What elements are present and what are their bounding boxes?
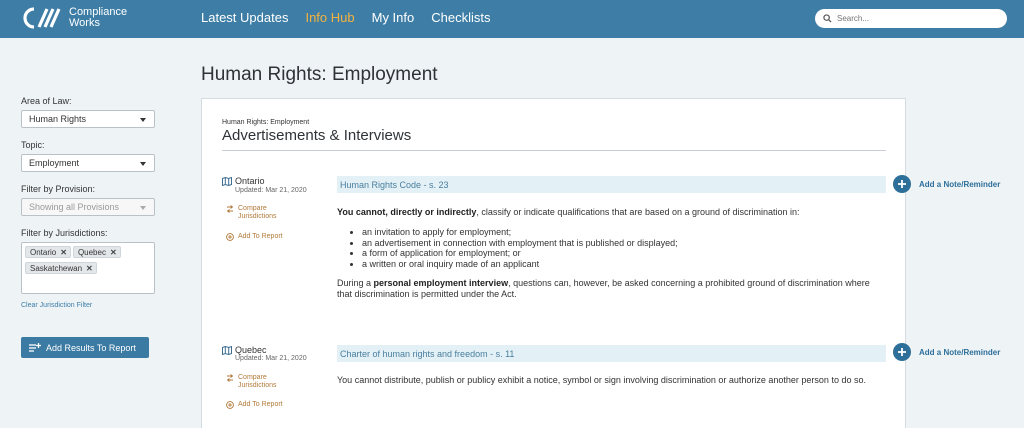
logo-line-2: Works [69,17,100,29]
add-note-button[interactable]: Add a Note/Reminder [893,343,1000,361]
compare-label-1: Compare [238,374,267,381]
nav-my-info[interactable]: My Info [372,10,415,25]
provision-bar[interactable]: Charter of human rights and freedom - s.… [337,345,886,362]
updated-date: Updated: Mar 21, 2020 [235,187,307,194]
provision-select[interactable]: Showing all Provisions [21,198,155,216]
provision-title: Charter of human rights and freedom - s.… [340,348,515,359]
outro-pre: During a [337,278,374,288]
add-note-label: Add a Note/Reminder [919,179,1001,189]
area-of-law-label: Area of Law: [21,96,72,106]
jurisdiction-chip-saskatchewan: Saskatchewan ✕ [25,262,97,274]
remove-icon[interactable]: ✕ [86,264,93,273]
chevron-down-icon [140,162,146,166]
jurisdiction-name: Quebec [235,345,267,355]
compare-jurisdictions-link[interactable]: Compare Jurisdictions [226,374,277,390]
compare-icon [226,205,234,213]
nav-info-hub[interactable]: Info Hub [305,10,354,25]
remove-icon[interactable]: ✕ [110,248,117,257]
provision-text: You cannot distribute, publish or public… [337,375,877,386]
add-to-report-label: Add To Report [238,401,283,408]
add-note-label: Add a Note/Reminder [919,347,1001,357]
outro-bold: personal employment interview [373,278,509,288]
topic-value: Employment [29,158,80,168]
add-to-report-link[interactable]: Add To Report [226,233,283,241]
area-of-law-select[interactable]: Human Rights [21,110,155,128]
filter-sidebar: Area of Law: Human Rights Topic: Employm… [21,96,155,312]
provision-bar[interactable]: Human Rights Code - s. 23 [337,176,886,193]
jurisdiction-quebec: Quebec [222,345,267,355]
search-icon [823,14,832,23]
list-item: a written or oral inquiry made of an app… [362,259,877,270]
jurisdictions-multiselect[interactable]: Ontario ✕ Quebec ✕ Saskatchewan ✕ [21,242,155,294]
compare-label-2: Jurisdictions [238,213,277,220]
map-icon [222,176,232,186]
main-nav: Latest Updates Info Hub My Info Checklis… [201,10,507,25]
logo-mark-icon [23,7,61,29]
nav-checklists[interactable]: Checklists [431,10,490,25]
provision-value: Showing all Provisions [29,202,120,212]
jurisdictions-label: Filter by Jurisdictions: [21,228,108,238]
chip-label: Quebec [77,247,106,257]
add-to-report-label: Add To Report [238,233,283,240]
plus-circle-icon [226,401,234,409]
add-to-report-link[interactable]: Add To Report [226,401,283,409]
logo[interactable]: Compliance Works [23,6,127,30]
plus-icon [893,175,911,193]
compare-label-1: Compare [238,205,267,212]
divider [222,150,886,151]
chip-label: Saskatchewan [30,263,83,273]
chevron-down-icon [140,118,146,122]
map-icon [222,345,232,355]
compare-icon [226,374,234,382]
provision-intro: You cannot, directly or indirectly, clas… [337,207,877,218]
clear-jurisdiction-filter-link[interactable]: Clear Jurisdiction Filter [21,302,92,309]
topic-label: Topic: [21,140,45,150]
area-of-law-value: Human Rights [29,114,87,124]
search-box[interactable] [815,9,1007,28]
intro-bold: You cannot, directly or indirectly [337,207,477,217]
add-results-label: Add Results To Report [46,342,136,353]
chevron-down-icon [140,206,146,210]
provision-body: You cannot distribute, publish or public… [337,375,866,385]
compare-jurisdictions-link[interactable]: Compare Jurisdictions [226,205,277,221]
section-title: Advertisements & Interviews [222,127,412,144]
remove-icon[interactable]: ✕ [60,248,67,257]
provision-label: Filter by Provision: [21,184,96,194]
add-note-button[interactable]: Add a Note/Reminder [893,175,1000,193]
compare-label-2: Jurisdictions [238,382,277,389]
search-input[interactable] [837,14,997,23]
jurisdiction-name: Ontario [235,176,265,186]
add-list-icon [29,342,41,352]
jurisdiction-chip-quebec: Quebec ✕ [72,246,121,258]
provision-bullets: an invitation to apply for employment; a… [337,227,877,269]
breadcrumb: Human Rights: Employment [222,119,310,126]
logo-text: Compliance Works [69,7,127,29]
topic-select[interactable]: Employment [21,154,155,172]
intro-rest: , classify or indicate qualifications th… [476,207,800,217]
add-results-to-report-button[interactable]: Add Results To Report [21,337,149,358]
jurisdiction-ontario: Ontario [222,176,265,186]
chip-label: Ontario [30,247,57,257]
updated-date: Updated: Mar 21, 2020 [235,355,307,362]
list-item: a form of application for employment; or [362,248,877,259]
jurisdiction-chip-ontario: Ontario ✕ [25,246,71,258]
provision-text: You cannot, directly or indirectly, clas… [337,207,877,300]
content-card: Human Rights: Employment Advertisements … [201,98,906,428]
nav-latest-updates[interactable]: Latest Updates [201,10,288,25]
page-title: Human Rights: Employment [201,64,438,85]
plus-icon [893,343,911,361]
provision-title: Human Rights Code - s. 23 [340,179,449,190]
top-header: Compliance Works Latest Updates Info Hub… [0,0,1024,38]
plus-circle-icon [226,233,234,241]
list-item: an invitation to apply for employment; [362,227,877,238]
list-item: an advertisement in connection with empl… [362,238,877,249]
provision-outro: During a personal employment interview, … [337,278,877,300]
